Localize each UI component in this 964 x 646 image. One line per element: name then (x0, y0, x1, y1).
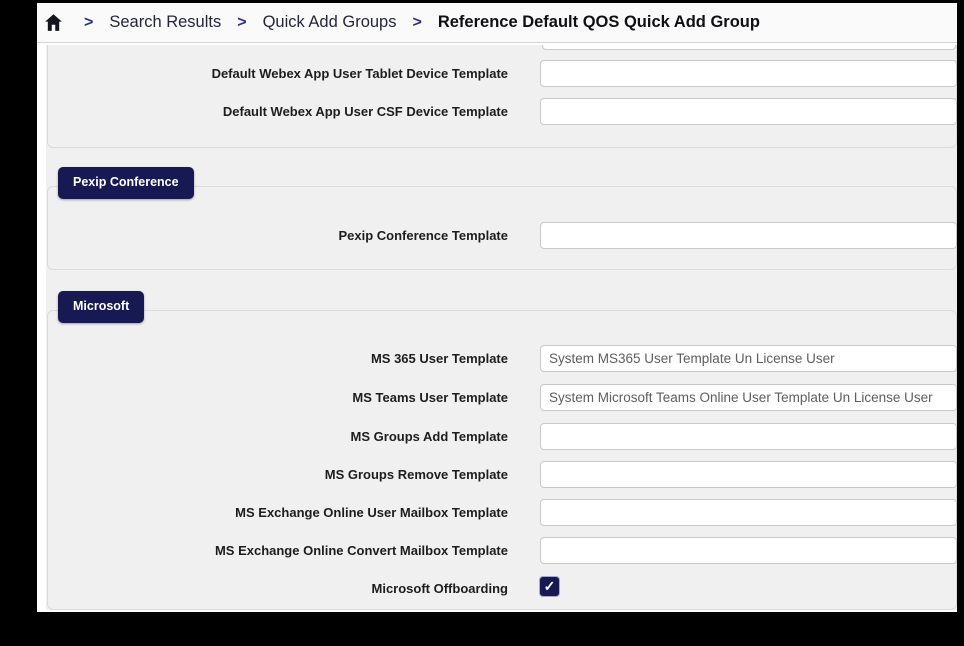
field-label: MS Groups Add Template (46, 429, 508, 444)
breadcrumb-separator: > (412, 14, 421, 32)
breadcrumb-separator: > (237, 14, 246, 32)
ms-exchange-online-user-mailbox-template-input[interactable] (540, 499, 957, 526)
field-label: MS 365 User Template (46, 351, 508, 366)
ms-exchange-online-convert-mailbox-template-input[interactable] (540, 537, 957, 564)
ms-groups-add-template-input[interactable] (540, 423, 957, 450)
default-webex-app-user-csf-device-template-input[interactable] (540, 98, 957, 125)
ms-teams-user-template-input[interactable] (540, 384, 957, 411)
home-icon[interactable] (43, 12, 64, 33)
cut-off-input[interactable] (542, 45, 956, 50)
field-label: Default Webex App User CSF Device Templa… (46, 104, 508, 119)
section-badge-microsoft: Microsoft (58, 291, 144, 323)
breadcrumb-item-quick-add-groups[interactable]: Quick Add Groups (263, 13, 397, 32)
field-label: MS Exchange Online User Mailbox Template (46, 505, 508, 520)
pexip-conference-template-input[interactable] (540, 222, 957, 249)
field-label: Pexip Conference Template (46, 228, 508, 243)
breadcrumb: > Search Results > Quick Add Groups > Re… (37, 3, 957, 43)
page: > Search Results > Quick Add Groups > Re… (37, 3, 957, 612)
section-badge-pexip-conference: Pexip Conference (58, 167, 194, 199)
breadcrumb-separator: > (84, 14, 93, 32)
field-label: MS Groups Remove Template (46, 467, 508, 482)
app-window: > Search Results > Quick Add Groups > Re… (0, 0, 964, 646)
ms-groups-remove-template-input[interactable] (540, 461, 957, 488)
default-webex-app-user-tablet-device-template-input[interactable] (540, 60, 957, 87)
field-label: MS Exchange Online Convert Mailbox Templ… (46, 543, 508, 558)
field-label: Microsoft Offboarding (46, 581, 508, 596)
breadcrumb-item-search-results[interactable]: Search Results (109, 13, 221, 32)
field-label: MS Teams User Template (46, 390, 508, 405)
field-label: Default Webex App User Tablet Device Tem… (46, 66, 508, 81)
microsoft-offboarding-checkbox[interactable]: ✓ (540, 577, 559, 596)
ms-365-user-template-input[interactable] (540, 345, 957, 372)
form-panel: Default Webex App User Tablet Device Tem… (46, 45, 957, 610)
breadcrumb-current-page: Reference Default QOS Quick Add Group (438, 13, 760, 32)
